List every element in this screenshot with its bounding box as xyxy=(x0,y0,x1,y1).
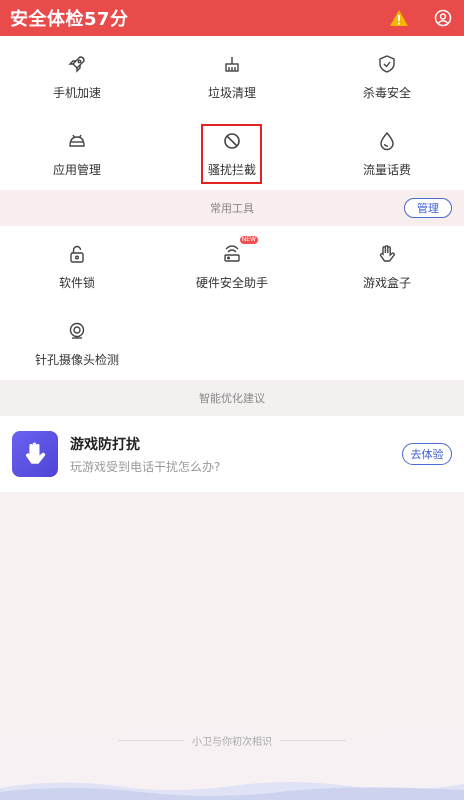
game-hand-icon xyxy=(12,431,58,477)
grid-item-label: 软件锁 xyxy=(58,276,95,290)
grid-item-label: 流量话费 xyxy=(362,163,411,177)
suggest-section-header: 智能优化建议 xyxy=(0,380,464,416)
grid-item-label: 游戏盒子 xyxy=(362,276,411,290)
divider-right xyxy=(280,739,346,741)
warning-icon[interactable] xyxy=(388,7,410,29)
divider-left xyxy=(118,739,184,741)
card-subtitle: 玩游戏受到电话干扰怎么办? xyxy=(70,459,221,474)
try-button[interactable]: 去体验 xyxy=(402,443,452,465)
lock-icon xyxy=(65,242,89,266)
grid-item-label: 手机加速 xyxy=(52,86,101,100)
grid-item-label: 应用管理 xyxy=(52,163,101,177)
tools-section-header: 常用工具 管理 xyxy=(0,190,464,226)
grid-item-label: 针孔摄像头检测 xyxy=(34,353,119,367)
card-title: 游戏防打扰 xyxy=(70,436,140,453)
camera-icon xyxy=(65,319,89,343)
selection-highlight xyxy=(201,124,262,184)
broom-icon xyxy=(220,52,244,76)
manage-button[interactable]: 管理 xyxy=(404,198,452,218)
top-bar: 安全体检57分 xyxy=(0,0,464,36)
grid-item-data-billing[interactable]: 流量话费 xyxy=(310,113,464,190)
tools-grid: 软件锁 NEW 硬件安全助手 游戏盒子 针孔摄像头检测 xyxy=(0,226,464,380)
router-icon: NEW xyxy=(220,236,258,266)
footer-text: 小卫与你初次相识 xyxy=(192,736,272,748)
hand-icon xyxy=(375,242,399,266)
grid-item-label: 硬件安全助手 xyxy=(195,276,268,290)
bottom-area xyxy=(0,492,464,800)
grid-item-camera-detect[interactable]: 针孔摄像头检测 xyxy=(0,303,154,380)
rocket-icon xyxy=(65,52,89,76)
grid-item-game-box[interactable]: 游戏盒子 xyxy=(310,226,464,303)
grid-item-app-manager[interactable]: 应用管理 xyxy=(0,113,154,190)
drop-icon xyxy=(375,129,399,153)
grid-item-antivirus[interactable]: 杀毒安全 xyxy=(310,36,464,113)
android-icon xyxy=(65,129,89,153)
grid-item-label: 杀毒安全 xyxy=(362,86,411,100)
user-icon[interactable] xyxy=(432,7,454,29)
suggestion-card[interactable]: 游戏防打扰 玩游戏受到电话干扰怎么办? 去体验 xyxy=(0,416,464,492)
shield-icon xyxy=(375,52,399,76)
new-badge: NEW xyxy=(239,236,258,244)
grid-item-label: 垃圾清理 xyxy=(207,86,256,100)
grid-item-phone-boost[interactable]: 手机加速 xyxy=(0,36,154,113)
wave-decoration xyxy=(0,782,464,800)
grid-item-hardware-assistant[interactable]: NEW 硬件安全助手 xyxy=(155,226,309,303)
section-title: 智能优化建议 xyxy=(199,392,265,405)
section-title: 常用工具 xyxy=(210,202,254,215)
grid-item-app-lock[interactable]: 软件锁 xyxy=(0,226,154,303)
grid-item-junk-clean[interactable]: 垃圾清理 xyxy=(155,36,309,113)
page-title: 安全体检57分 xyxy=(10,9,129,30)
footer: 小卫与你初次相识 xyxy=(0,732,464,748)
